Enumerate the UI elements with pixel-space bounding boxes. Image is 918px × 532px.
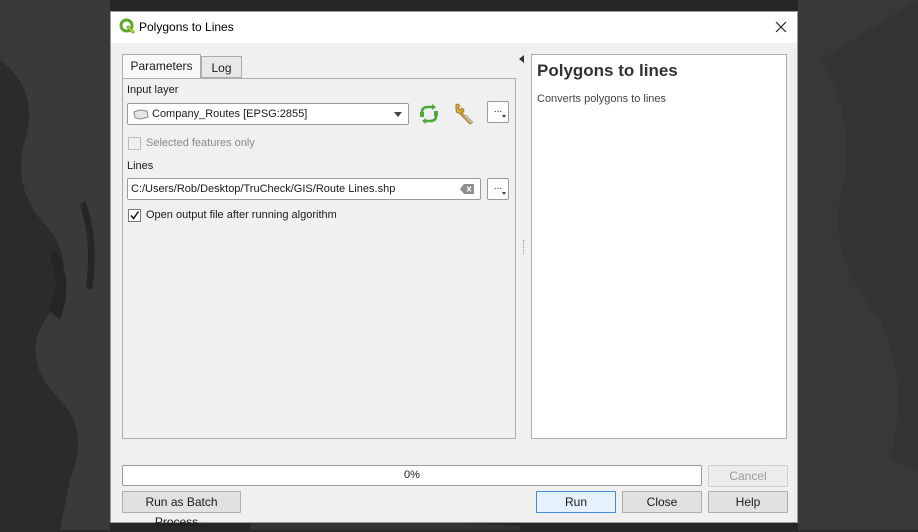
refresh-iterate-icon — [420, 104, 438, 124]
tab-parameters[interactable]: Parameters — [122, 54, 201, 78]
selected-features-only-label: Selected features only — [146, 137, 255, 149]
input-layer-value: Company_Routes [EPSG:2855] — [152, 108, 308, 120]
open-output-file-label: Open output file after running algorithm — [146, 209, 337, 221]
clear-field-icon[interactable] — [460, 184, 474, 194]
close-window-button[interactable] — [771, 17, 791, 37]
run-button[interactable]: Run — [536, 491, 616, 513]
window-title: Polygons to Lines — [139, 20, 234, 34]
cancel-button-label: Cancel — [729, 469, 767, 483]
qgis-logo-icon — [119, 18, 135, 34]
lines-label: Lines — [127, 160, 154, 172]
dropdown-arrow-icon — [394, 112, 402, 117]
help-description: Converts polygons to lines — [537, 93, 667, 105]
progress-percent: 0% — [404, 469, 420, 481]
title-bar: Polygons to Lines — [111, 12, 797, 43]
input-layer-label: Input layer — [127, 84, 179, 96]
parameters-panel — [122, 78, 516, 439]
panel-splitter-handle[interactable] — [523, 240, 526, 254]
iterate-over-layer-button[interactable] — [416, 101, 442, 127]
progress-bar: 0% — [122, 465, 702, 486]
wrench-icon — [455, 103, 474, 125]
browse-dots-label: ... — [493, 104, 503, 115]
input-layer-browse-button[interactable]: ... — [487, 101, 509, 123]
browse-dots-label: ... — [493, 181, 503, 192]
close-icon — [775, 21, 787, 33]
dropdown-arrow-icon — [502, 192, 506, 195]
polygon-layer-icon — [133, 109, 149, 120]
collapse-help-arrow-icon[interactable] — [519, 55, 524, 63]
help-title: Polygons to lines — [537, 61, 678, 80]
lines-output-path-value: C:/Users/Rob/Desktop/TruCheck/GIS/Route … — [131, 183, 396, 195]
run-button-label: Run — [564, 495, 587, 509]
close-button[interactable]: Close — [622, 491, 702, 513]
tab-parameters-label: Parameters — [130, 59, 193, 73]
dropdown-arrow-icon — [502, 115, 506, 118]
advanced-options-button[interactable] — [451, 101, 477, 127]
polygons-to-lines-dialog: Polygons to Lines Parameters Log Input l… — [110, 11, 798, 529]
lines-output-path-field[interactable]: C:/Users/Rob/Desktop/TruCheck/GIS/Route … — [127, 178, 481, 200]
cancel-button[interactable]: Cancel — [708, 465, 788, 487]
tab-log[interactable]: Log — [201, 56, 242, 78]
run-as-batch-label: Run as Batch Process... — [145, 495, 218, 529]
lines-output-browse-button[interactable]: ... — [487, 178, 509, 200]
help-button-label: Help — [735, 495, 761, 509]
input-layer-select[interactable]: Company_Routes [EPSG:2855] — [127, 103, 409, 125]
close-button-label: Close — [646, 495, 678, 509]
help-button[interactable]: Help — [708, 491, 788, 513]
tab-log-label: Log — [211, 61, 232, 75]
open-output-file-checkbox[interactable] — [128, 209, 141, 222]
run-as-batch-button[interactable]: Run as Batch Process... — [122, 491, 241, 529]
selected-features-only-checkbox[interactable] — [128, 137, 141, 150]
algorithm-help-panel: Polygons to lines Converts polygons to l… — [531, 54, 787, 439]
checkmark-icon — [130, 211, 140, 220]
